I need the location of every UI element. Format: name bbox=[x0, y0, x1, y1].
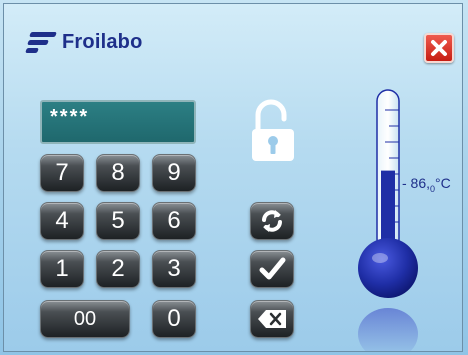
code-display: **** bbox=[40, 100, 196, 144]
temperature-value: - 86, bbox=[402, 175, 431, 191]
close-button[interactable] bbox=[424, 33, 454, 63]
thermometer-bulb bbox=[358, 238, 418, 298]
checkmark-icon bbox=[259, 257, 286, 280]
close-x-icon bbox=[431, 40, 447, 56]
refresh-button[interactable] bbox=[250, 202, 294, 240]
key-1[interactable]: 1 bbox=[40, 250, 84, 288]
key-6[interactable]: 6 bbox=[152, 202, 196, 240]
backspace-button[interactable] bbox=[250, 300, 294, 338]
brand-name: Froilabo bbox=[62, 30, 143, 53]
refresh-icon bbox=[262, 210, 282, 232]
key-2[interactable]: 2 bbox=[96, 250, 140, 288]
key-00[interactable]: 00 bbox=[40, 300, 130, 338]
confirm-button[interactable] bbox=[250, 250, 294, 288]
unlocked-padlock-icon bbox=[250, 99, 296, 163]
key-3[interactable]: 3 bbox=[152, 250, 196, 288]
app-screen: Froilabo **** 7 8 9 4 5 6 1 2 3 00 0 - 8… bbox=[3, 3, 463, 352]
key-0[interactable]: 0 bbox=[152, 300, 196, 338]
key-7[interactable]: 7 bbox=[40, 154, 84, 192]
thermometer bbox=[356, 82, 418, 351]
temperature-readout: - 86,0°C bbox=[402, 175, 451, 194]
key-8[interactable]: 8 bbox=[96, 154, 140, 192]
froilabo-logo-icon bbox=[25, 30, 58, 54]
temperature-unit: °C bbox=[435, 175, 451, 191]
brand-logo: Froilabo bbox=[25, 30, 143, 54]
key-4[interactable]: 4 bbox=[40, 202, 84, 240]
backspace-icon bbox=[258, 310, 286, 328]
key-9[interactable]: 9 bbox=[152, 154, 196, 192]
key-5[interactable]: 5 bbox=[96, 202, 140, 240]
bulb-reflection bbox=[358, 308, 418, 351]
